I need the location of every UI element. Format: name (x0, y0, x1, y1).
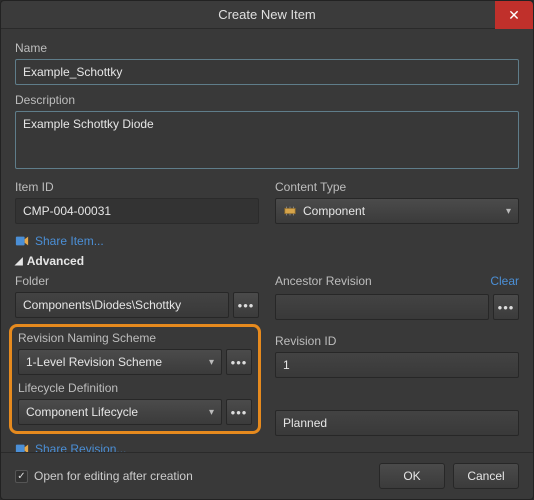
revision-state-field: Planned (275, 410, 519, 436)
create-item-dialog: Create New Item ✕ Name Description Item … (0, 0, 534, 500)
item-id-value: CMP-004-00031 (23, 204, 111, 218)
highlight-region: Revision Naming Scheme 1-Level Revision … (9, 324, 261, 434)
name-label: Name (15, 41, 519, 55)
revision-state-value: Planned (283, 416, 327, 430)
chevron-down-icon: ▾ (209, 357, 214, 368)
close-button[interactable]: ✕ (495, 1, 533, 29)
more-icon: ••• (231, 405, 248, 420)
more-icon: ••• (498, 300, 515, 315)
content-type-label: Content Type (275, 180, 519, 194)
lifecycle-value: Component Lifecycle (26, 405, 138, 419)
item-id-label: Item ID (15, 180, 259, 194)
cancel-button[interactable]: Cancel (453, 463, 519, 489)
dialog-content: Name Description Item ID CMP-004-00031 C… (1, 29, 533, 452)
share-revision-link[interactable]: Share Revision... (35, 442, 126, 452)
more-icon: ••• (238, 298, 255, 313)
clear-link[interactable]: Clear (490, 274, 519, 288)
description-input[interactable] (15, 111, 519, 169)
description-label: Description (15, 93, 519, 107)
advanced-label: Advanced (27, 254, 84, 268)
share-item-link[interactable]: Share Item... (35, 234, 104, 248)
close-icon: ✕ (508, 7, 520, 24)
ancestor-revision-label: Ancestor Revision (275, 274, 519, 288)
advanced-toggle[interactable]: ◢ Advanced (15, 254, 519, 268)
revision-id-label: Revision ID (275, 334, 519, 348)
ok-label: OK (403, 469, 420, 483)
lifecycle-more-button[interactable]: ••• (226, 399, 252, 425)
open-for-editing-label: Open for editing after creation (34, 469, 193, 483)
item-id-field[interactable]: CMP-004-00031 (15, 198, 259, 224)
revision-naming-select[interactable]: 1-Level Revision Scheme ▾ (18, 349, 222, 375)
revision-naming-label: Revision Naming Scheme (18, 331, 252, 345)
titlebar: Create New Item ✕ (1, 1, 533, 29)
revision-naming-value: 1-Level Revision Scheme (26, 355, 162, 369)
component-icon (283, 204, 297, 218)
ok-button[interactable]: OK (379, 463, 445, 489)
content-type-value: Component (303, 204, 365, 218)
open-for-editing-checkbox[interactable]: ✓ (15, 470, 28, 483)
share-icon (15, 442, 29, 452)
more-icon: ••• (231, 355, 248, 370)
lifecycle-select[interactable]: Component Lifecycle ▾ (18, 399, 222, 425)
check-icon: ✓ (17, 471, 25, 482)
ancestor-browse-button[interactable]: ••• (493, 294, 519, 320)
share-icon (15, 234, 29, 248)
lifecycle-label: Lifecycle Definition (18, 381, 252, 395)
ancestor-revision-field[interactable] (275, 294, 489, 320)
folder-browse-button[interactable]: ••• (233, 292, 259, 318)
dialog-footer: ✓ Open for editing after creation OK Can… (1, 452, 533, 499)
revision-id-value: 1 (283, 358, 290, 372)
chevron-down-icon: ▾ (506, 206, 511, 217)
content-type-select[interactable]: Component ▾ (275, 198, 519, 224)
folder-field[interactable]: Components\Diodes\Schottky (15, 292, 229, 318)
expand-icon: ◢ (15, 256, 23, 267)
window-title: Create New Item (218, 7, 316, 22)
folder-label: Folder (15, 274, 259, 288)
chevron-down-icon: ▾ (209, 407, 214, 418)
cancel-label: Cancel (467, 469, 504, 483)
name-input[interactable] (15, 59, 519, 85)
revision-id-field[interactable]: 1 (275, 352, 519, 378)
revision-naming-more-button[interactable]: ••• (226, 349, 252, 375)
folder-value: Components\Diodes\Schottky (23, 298, 181, 312)
